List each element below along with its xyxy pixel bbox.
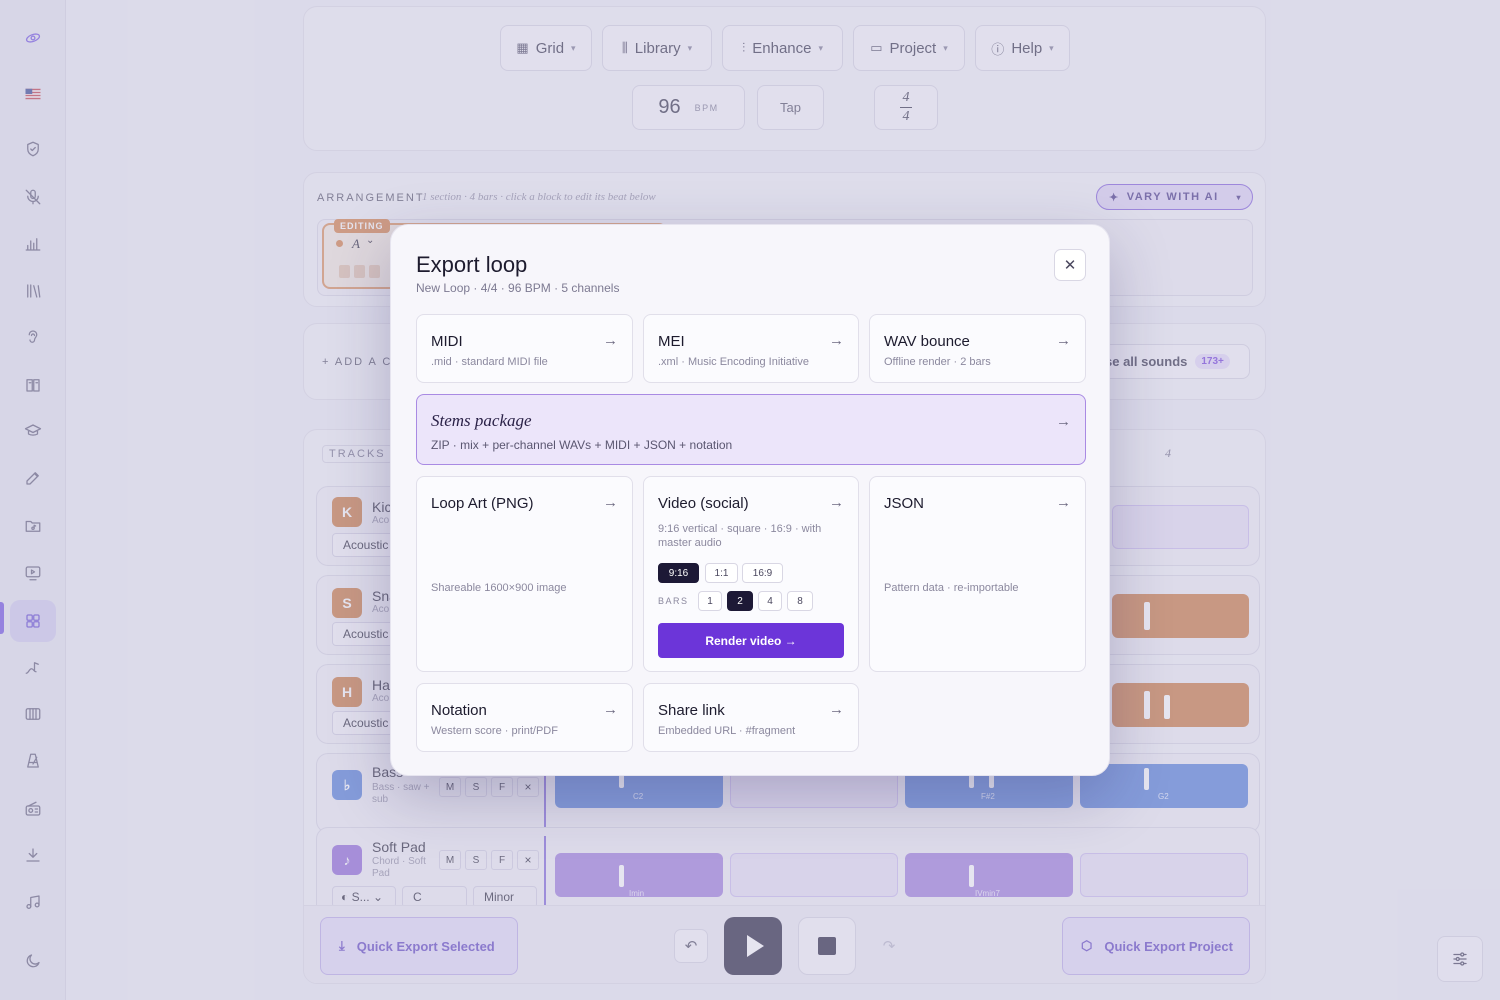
- export-notation-card[interactable]: Notation Western score · print/PDF →: [416, 683, 633, 752]
- card-subtitle: ZIP · mix + per-channel WAVs + MIDI + JS…: [431, 438, 733, 452]
- arrow-right-icon: →: [603, 701, 618, 718]
- arrow-right-icon: →: [603, 332, 618, 349]
- card-subtitle: .mid · standard MIDI file: [431, 356, 548, 368]
- bars-label: BARS: [658, 596, 689, 606]
- card-title: MIDI: [431, 333, 463, 350]
- card-title: JSON: [884, 495, 925, 512]
- arrow-right-icon: →: [603, 494, 618, 511]
- export-loop-dialog: Export loop New Loop · 4/4 · 96 BPM · 5 …: [390, 224, 1110, 776]
- aspect-chip-9-16[interactable]: 9:16: [658, 563, 699, 583]
- card-subtitle: .xml · Music Encoding Initiative: [658, 356, 809, 368]
- export-video-card: Video (social) 9:16 vertical · square · …: [643, 476, 859, 672]
- card-title: Share link: [658, 702, 725, 719]
- close-button[interactable]: ✕: [1054, 249, 1086, 281]
- card-subtitle: Western score · print/PDF: [431, 725, 558, 737]
- arrow-right-icon: →: [829, 701, 844, 718]
- export-json-card[interactable]: JSON Pattern data · re-importable →: [869, 476, 1086, 672]
- export-midi-card[interactable]: MIDI .mid · standard MIDI file →: [416, 314, 633, 383]
- card-title: WAV bounce: [884, 333, 970, 350]
- aspect-chip-1-1[interactable]: 1:1: [705, 563, 738, 583]
- close-icon: ✕: [1063, 257, 1077, 274]
- card-subtitle: Pattern data · re-importable: [884, 582, 1019, 594]
- export-wav-card[interactable]: WAV bounce Offline render · 2 bars →: [869, 314, 1086, 383]
- bars-chip-4[interactable]: 4: [758, 591, 782, 611]
- export-mei-card[interactable]: MEI .xml · Music Encoding Initiative →: [643, 314, 859, 383]
- card-subtitle: 9:16 vertical · square · 16:9 · with mas…: [658, 523, 822, 550]
- aspect-chip-16-9[interactable]: 16:9: [742, 563, 783, 583]
- arrow-right-icon: →: [1056, 332, 1071, 349]
- dialog-title: Export loop: [416, 252, 528, 277]
- bars-chip-8[interactable]: 8: [787, 591, 813, 611]
- export-stems-card[interactable]: Stems package ZIP · mix + per-channel WA…: [416, 394, 1086, 465]
- card-title: Stems package: [431, 411, 532, 430]
- export-loop-art-card[interactable]: Loop Art (PNG) Shareable 1600×900 image …: [416, 476, 633, 672]
- card-title: Notation: [431, 702, 487, 719]
- card-subtitle: Embedded URL · #fragment: [658, 725, 796, 737]
- card-title: Loop Art (PNG): [431, 495, 534, 512]
- export-share-link-card[interactable]: Share link Embedded URL · #fragment →: [643, 683, 859, 752]
- dialog-subtitle: New Loop · 4/4 · 96 BPM · 5 channels: [416, 281, 620, 295]
- bars-chip-1[interactable]: 1: [698, 591, 722, 611]
- card-title: MEI: [658, 333, 685, 350]
- card-subtitle: Shareable 1600×900 image: [431, 582, 567, 594]
- arrow-right-icon: →: [1056, 494, 1071, 511]
- card-subtitle: Offline render · 2 bars: [884, 356, 991, 368]
- arrow-right-icon: →: [829, 332, 844, 349]
- card-title: Video (social): [658, 495, 749, 512]
- render-video-button[interactable]: Render video →: [658, 623, 844, 658]
- arrow-right-icon: →: [1056, 413, 1071, 430]
- bars-chip-2[interactable]: 2: [727, 591, 753, 611]
- arrow-right-icon[interactable]: →: [829, 494, 844, 511]
